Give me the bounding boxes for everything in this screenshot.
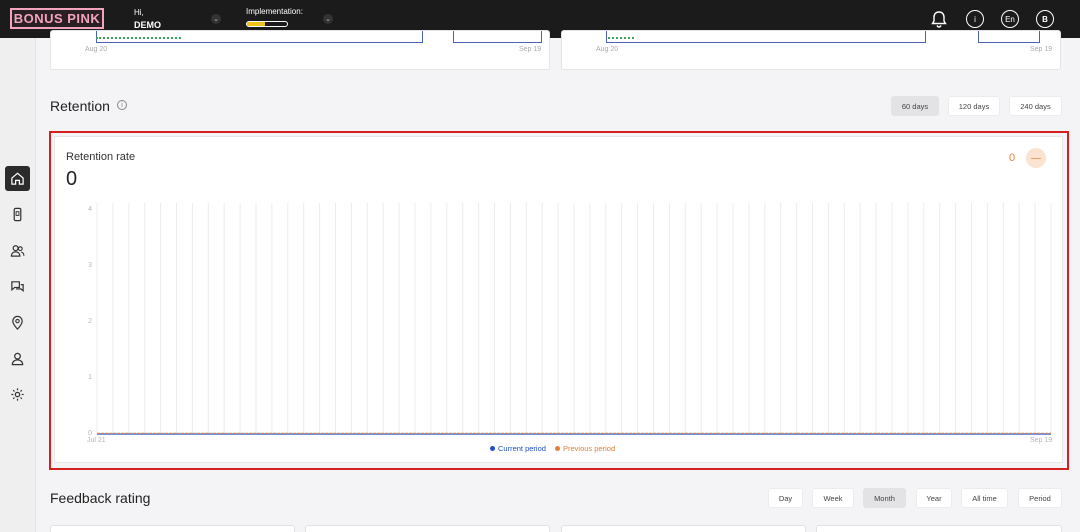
retention-info-icon[interactable]: i xyxy=(117,100,127,110)
chart-headline-value: 0 xyxy=(66,168,78,190)
retention-title: Retention xyxy=(50,98,110,114)
users-icon[interactable] xyxy=(5,238,30,263)
implementation-chevron-icon[interactable]: ⌄ xyxy=(323,14,333,24)
mini-end-date: Sep 19 xyxy=(1030,46,1053,53)
implementation-label: Implementation: xyxy=(246,7,303,16)
feedback-range-day[interactable]: Day xyxy=(768,488,803,508)
retention-chart-card xyxy=(54,136,1063,463)
feedback-range-month[interactable]: Month xyxy=(863,488,906,508)
language-button[interactable]: En xyxy=(1001,10,1019,28)
y-tick-label: 3 xyxy=(88,262,92,269)
legend-previous-label: Previous period xyxy=(563,444,616,453)
chat-icon[interactable] xyxy=(5,274,30,299)
settings-gear-icon[interactable] xyxy=(5,382,30,407)
location-icon[interactable] xyxy=(5,310,30,335)
legend-current-dot xyxy=(490,446,495,451)
info-icon[interactable]: i xyxy=(966,10,984,28)
avatar[interactable]: B xyxy=(1036,10,1054,28)
feedback-card xyxy=(50,525,295,532)
mini-chart-frame-right xyxy=(453,31,542,43)
sidebar xyxy=(0,38,36,532)
legend-previous[interactable]: Previous period xyxy=(555,444,615,453)
top-chart-card-left: Aug 20 Sep 19 xyxy=(50,30,550,70)
home-icon[interactable] xyxy=(5,166,30,191)
feedback-range-week[interactable]: Week xyxy=(812,488,854,508)
implementation-status: Implementation: xyxy=(246,7,303,27)
x-tick-end: Sep 19 xyxy=(1030,437,1053,444)
mini-chart-line xyxy=(96,37,181,39)
profile-icon[interactable] xyxy=(5,346,30,371)
feedback-card xyxy=(816,525,1062,532)
y-tick-label: 4 xyxy=(88,206,92,213)
feedback-card xyxy=(561,525,806,532)
retention-range-240[interactable]: 240 days xyxy=(1009,96,1062,116)
legend-previous-dot xyxy=(555,446,560,451)
mini-start-date: Aug 20 xyxy=(85,46,108,53)
mini-chart-frame-right xyxy=(978,31,1040,43)
top-chart-card-right: Aug 20 Sep 19 xyxy=(561,30,1061,70)
y-tick-label: 1 xyxy=(88,374,92,381)
minus-icon: — xyxy=(1026,148,1046,168)
x-tick-start: Jul 21 xyxy=(87,437,106,444)
feedback-card xyxy=(305,525,550,532)
brand-logo[interactable]: BONUS PINK xyxy=(10,8,104,29)
retention-range-60[interactable]: 60 days xyxy=(891,96,939,116)
feedback-range-year[interactable]: Year xyxy=(916,488,952,508)
chart-title: Retention rate xyxy=(66,151,136,163)
mini-chart-frame xyxy=(606,31,926,43)
retention-range-120[interactable]: 120 days xyxy=(948,96,1000,116)
mini-chart-line xyxy=(608,37,634,39)
bell-icon[interactable] xyxy=(931,10,947,28)
feedback-range-period[interactable]: Period xyxy=(1018,488,1062,508)
chart-change-value: 0 xyxy=(1009,152,1016,164)
user-greeting[interactable]: Hi, DEMO xyxy=(134,8,161,30)
implementation-progress-fill xyxy=(247,22,265,26)
y-tick-label: 0 xyxy=(88,430,92,437)
y-tick-label: 2 xyxy=(88,318,92,325)
user-menu-chevron-icon[interactable]: ⌄ xyxy=(211,14,221,24)
implementation-progress-bar xyxy=(246,21,288,27)
mini-start-date: Aug 20 xyxy=(596,46,619,53)
user-name: DEMO xyxy=(134,20,161,30)
legend-current[interactable]: Current period xyxy=(490,444,546,453)
greeting-text: Hi, xyxy=(134,8,144,17)
feedback-range-all-time[interactable]: All time xyxy=(961,488,1008,508)
device-icon[interactable] xyxy=(5,202,30,227)
mini-end-date: Sep 19 xyxy=(519,46,542,53)
legend-current-label: Current period xyxy=(498,444,546,453)
feedback-title: Feedback rating xyxy=(50,490,151,506)
